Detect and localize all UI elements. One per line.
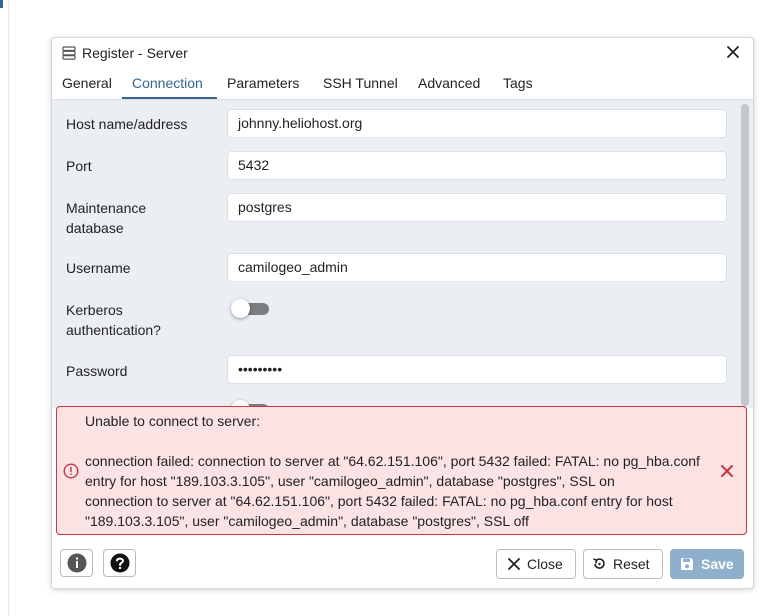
error-line: connection to server at "64.62.151.106",… <box>85 493 673 509</box>
kerberos-toggle[interactable] <box>231 299 269 318</box>
host-input[interactable]: johnny.heliohost.org <box>227 109 727 138</box>
dialog-title: Register - Server <box>82 45 188 61</box>
maintenance-db-input[interactable]: postgres <box>227 193 727 222</box>
tab-tags[interactable]: Tags <box>503 75 533 91</box>
tab-bar: General Connection Parameters SSH Tunnel… <box>52 69 753 100</box>
active-tab-indicator <box>122 97 217 99</box>
help-button[interactable] <box>103 549 136 577</box>
server-icon <box>62 46 76 60</box>
dialog-titlebar[interactable]: Register - Server <box>52 38 753 68</box>
info-icon <box>67 553 87 573</box>
error-message-box: Unable to connect to server: connection … <box>56 406 747 535</box>
close-button[interactable]: Close <box>496 549 576 579</box>
tab-advanced[interactable]: Advanced <box>418 75 480 91</box>
error-circle-icon <box>63 463 79 479</box>
port-label: Port <box>66 158 92 174</box>
help-icon <box>110 553 130 573</box>
tab-general[interactable]: General <box>62 75 112 91</box>
maintenance-db-label-line2: database <box>66 220 124 236</box>
password-label: Password <box>66 363 128 379</box>
port-input[interactable]: 5432 <box>227 151 727 180</box>
form-scrollbar[interactable] <box>741 102 749 408</box>
reset-button-label: Reset <box>613 556 650 572</box>
tab-ssh-tunnel[interactable]: SSH Tunnel <box>323 75 398 91</box>
username-input[interactable]: camilogeo_admin <box>227 253 727 282</box>
reset-button[interactable]: Reset <box>583 549 663 579</box>
save-icon <box>681 558 693 570</box>
save-button[interactable]: Save <box>670 549 744 579</box>
error-line: "189.103.3.105", user "camilogeo_admin",… <box>85 513 529 529</box>
close-icon[interactable] <box>725 44 741 60</box>
error-spacer <box>85 431 717 451</box>
info-button[interactable] <box>60 549 93 577</box>
error-line: connection failed: connection to server … <box>85 453 700 469</box>
kerberos-label-line2: authentication? <box>66 322 161 338</box>
scrollbar-thumb[interactable] <box>741 104 749 406</box>
host-label: Host name/address <box>66 116 188 132</box>
kerberos-label-line1: Kerberos <box>66 302 123 318</box>
reset-icon <box>593 558 605 569</box>
tab-connection[interactable]: Connection <box>132 75 203 91</box>
tab-parameters[interactable]: Parameters <box>227 75 299 91</box>
maintenance-db-label-line1: Maintenance <box>66 200 147 216</box>
connection-form: Host name/address johnny.heliohost.org P… <box>52 100 753 408</box>
password-input[interactable]: ••••••••• <box>227 355 727 384</box>
error-line: Unable to connect to server: <box>85 413 261 429</box>
dialog-footer: Close Reset Save <box>52 538 753 588</box>
save-button-label: Save <box>701 556 734 572</box>
error-line: entry for host "189.103.3.105", user "ca… <box>85 473 615 489</box>
username-label: Username <box>66 260 131 276</box>
left-accent-bar <box>0 0 3 8</box>
page-separator <box>8 0 9 616</box>
toggle-knob <box>231 299 250 318</box>
close-button-label: Close <box>527 556 563 572</box>
close-icon <box>508 558 520 570</box>
dismiss-error-icon[interactable] <box>720 464 734 478</box>
register-server-dialog: Register - Server General Connection Par… <box>51 37 754 589</box>
error-text: Unable to connect to server: connection … <box>85 411 717 531</box>
